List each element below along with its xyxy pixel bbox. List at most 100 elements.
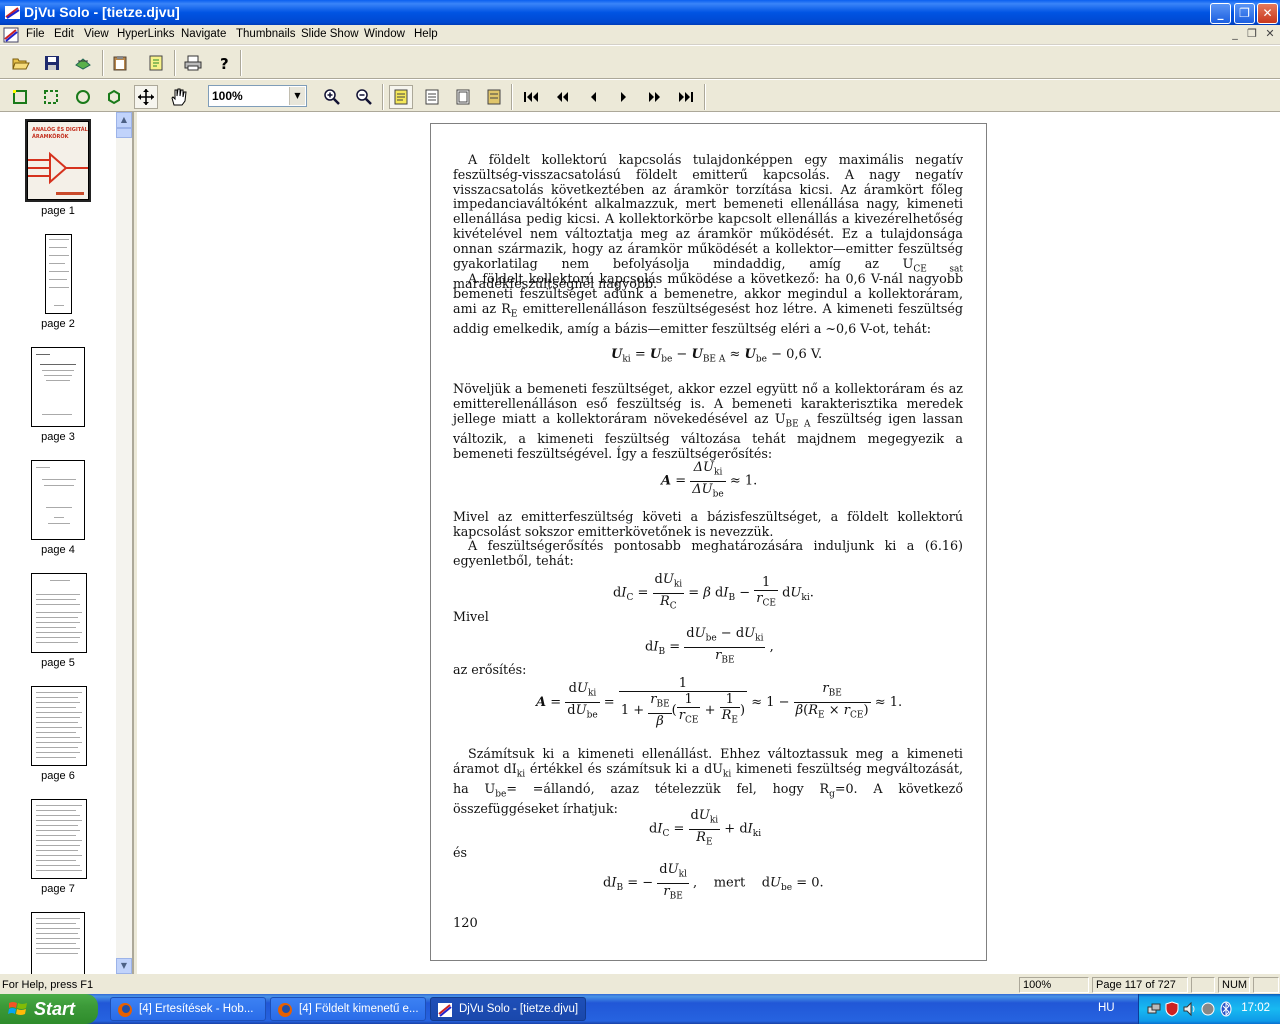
send-document-icon	[75, 58, 91, 70]
pan-tool-button[interactable]	[134, 85, 158, 109]
task-button-hob[interactable]: [4] Értesítések - Hob...	[110, 997, 266, 1021]
restore-button[interactable]: ❐	[1234, 3, 1255, 24]
equation-dic: dIC = dUki RC = β dIB − 1 rCE dUki.	[613, 572, 814, 612]
menu-slide-show[interactable]: Slide Show	[301, 28, 359, 40]
continuous-button[interactable]	[482, 85, 506, 109]
start-button[interactable]: Start	[0, 994, 98, 1024]
right-arrow-icon	[621, 92, 626, 102]
help-button[interactable]: ?	[212, 51, 236, 75]
status-empty-panel	[1253, 977, 1279, 993]
previous-page-button[interactable]	[581, 85, 605, 109]
main-toolbar: ?	[0, 45, 1280, 79]
select-region-button[interactable]	[39, 85, 63, 109]
close-button[interactable]: ✕	[1257, 3, 1278, 24]
scrollbar-thumb[interactable]	[116, 128, 132, 138]
save-button[interactable]	[40, 51, 64, 75]
status-help-text: For Help, press F1	[2, 979, 94, 991]
minimize-button[interactable]: _	[1210, 3, 1231, 24]
thumbnail-image	[45, 234, 72, 314]
send-button[interactable]	[71, 51, 95, 75]
document-icon[interactable]	[3, 27, 19, 43]
paragraph-4: Mivel az emitterfeszültség követi a bázi…	[453, 509, 963, 539]
menu-hyperlinks[interactable]: HyperLinks	[117, 28, 175, 40]
page-number: 120	[453, 916, 478, 931]
zoom-out-button[interactable]	[352, 85, 376, 109]
zoom-in-icon	[324, 89, 340, 105]
fit-width-icon	[425, 89, 439, 105]
polygon-select-icon	[108, 89, 120, 105]
menu-bar: File Edit View HyperLinks Navigate Thumb…	[0, 25, 1280, 45]
first-page-button[interactable]	[519, 85, 543, 109]
double-right-arrow-icon	[649, 92, 660, 102]
task-label: [4] Értesítések - Hob...	[139, 1003, 254, 1015]
firefox-icon	[278, 1003, 292, 1017]
fit-width-button[interactable]	[420, 85, 444, 109]
status-num: NUM	[1218, 977, 1250, 993]
task-button-foldelt[interactable]: [4] Földelt kimenetű e...	[270, 997, 426, 1021]
cover-art-image: ANALÓG ÉS DIGITÁLIS ÁRAMKÖRÖK	[28, 125, 88, 195]
fit-page-button[interactable]	[451, 85, 475, 109]
menu-view[interactable]: View	[84, 28, 109, 40]
network-icon[interactable]	[1147, 1001, 1161, 1017]
thumbnail-image	[31, 347, 85, 427]
paragraph-3: Növeljük a bemeneti feszültséget, akkor …	[453, 381, 963, 461]
thumbnail-image	[31, 686, 87, 766]
language-indicator[interactable]: HU	[1098, 1002, 1115, 1014]
scroll-down-icon[interactable]: ▼	[116, 958, 132, 974]
clipboard-icon	[113, 56, 127, 71]
taskbar: Start [4] Értesítések - Hob... [4] Földe…	[0, 994, 1280, 1024]
shield-icon[interactable]	[1165, 1001, 1179, 1017]
single-page-button[interactable]	[389, 85, 413, 109]
chevron-down-icon[interactable]: ▼	[289, 87, 305, 105]
menu-file[interactable]: File	[26, 28, 45, 40]
print-button[interactable]	[181, 51, 205, 75]
toolbar-separator	[704, 84, 706, 110]
task-button-djvu[interactable]: DjVu Solo - [tietze.djvu]	[430, 997, 586, 1021]
zoom-select[interactable]: 100% ▼	[208, 85, 307, 107]
menu-thumbnails[interactable]: Thumbnails	[236, 28, 295, 40]
zoom-in-button[interactable]	[320, 85, 344, 109]
bookmark-button[interactable]	[144, 51, 168, 75]
volume-icon[interactable]	[1183, 1001, 1197, 1017]
hand-tool-button[interactable]	[166, 85, 190, 109]
scroll-up-icon[interactable]: ▲	[116, 112, 132, 128]
mdi-restore-button[interactable]: ❐	[1244, 27, 1260, 41]
forward-five-button[interactable]	[643, 85, 667, 109]
document-view[interactable]: A földelt kollektorú kapcsolás tulajdonk…	[137, 112, 1280, 974]
first-page-icon	[524, 92, 538, 102]
thumbnail-label: page 6	[41, 770, 75, 782]
open-folder-icon	[12, 58, 30, 70]
bookmark-page-icon	[149, 55, 163, 71]
open-button[interactable]	[9, 51, 33, 75]
select-polygon-button[interactable]	[102, 85, 126, 109]
last-page-button[interactable]	[674, 85, 698, 109]
status-empty-panel	[1191, 977, 1215, 993]
antivirus-icon[interactable]	[1201, 1001, 1215, 1017]
back-five-button[interactable]	[550, 85, 574, 109]
next-page-button[interactable]	[612, 85, 636, 109]
zoom-value: 100%	[212, 89, 243, 103]
paragraph-5: A feszültségerősítés pontosabb meghatáro…	[453, 538, 963, 568]
thumbnail-image: ANALÓG ÉS DIGITÁLIS ÁRAMKÖRÖK	[25, 119, 91, 202]
svg-text:ANALÓG ÉS DIGITÁLIS: ANALÓG ÉS DIGITÁLIS	[32, 125, 88, 133]
last-page-icon	[679, 92, 693, 102]
paste-button[interactable]	[108, 51, 132, 75]
select-ellipse-button[interactable]	[71, 85, 95, 109]
select-rect-button[interactable]	[8, 85, 32, 109]
bluetooth-icon[interactable]	[1219, 1001, 1233, 1017]
thumbnail-label: page 3	[41, 431, 75, 443]
label-es: és	[453, 845, 468, 860]
thumbnail-pane: ANALÓG ÉS DIGITÁLIS ÁRAMKÖRÖK page 1 pag…	[0, 112, 134, 974]
mdi-close-button[interactable]: ✕	[1262, 27, 1278, 41]
thumbnail-label: page 5	[41, 657, 75, 669]
menu-help[interactable]: Help	[414, 28, 438, 40]
menu-edit[interactable]: Edit	[54, 28, 74, 40]
windows-logo-icon	[8, 1002, 27, 1015]
mdi-minimize-button[interactable]: _	[1227, 27, 1243, 41]
thumbnail-label: page 4	[41, 544, 75, 556]
thumbnail-image	[31, 799, 87, 879]
thumbnail-scrollbar[interactable]: ▲ ▼	[116, 112, 132, 974]
menu-navigate[interactable]: Navigate	[181, 28, 226, 40]
menu-window[interactable]: Window	[364, 28, 405, 40]
continuous-pages-icon	[487, 89, 501, 105]
